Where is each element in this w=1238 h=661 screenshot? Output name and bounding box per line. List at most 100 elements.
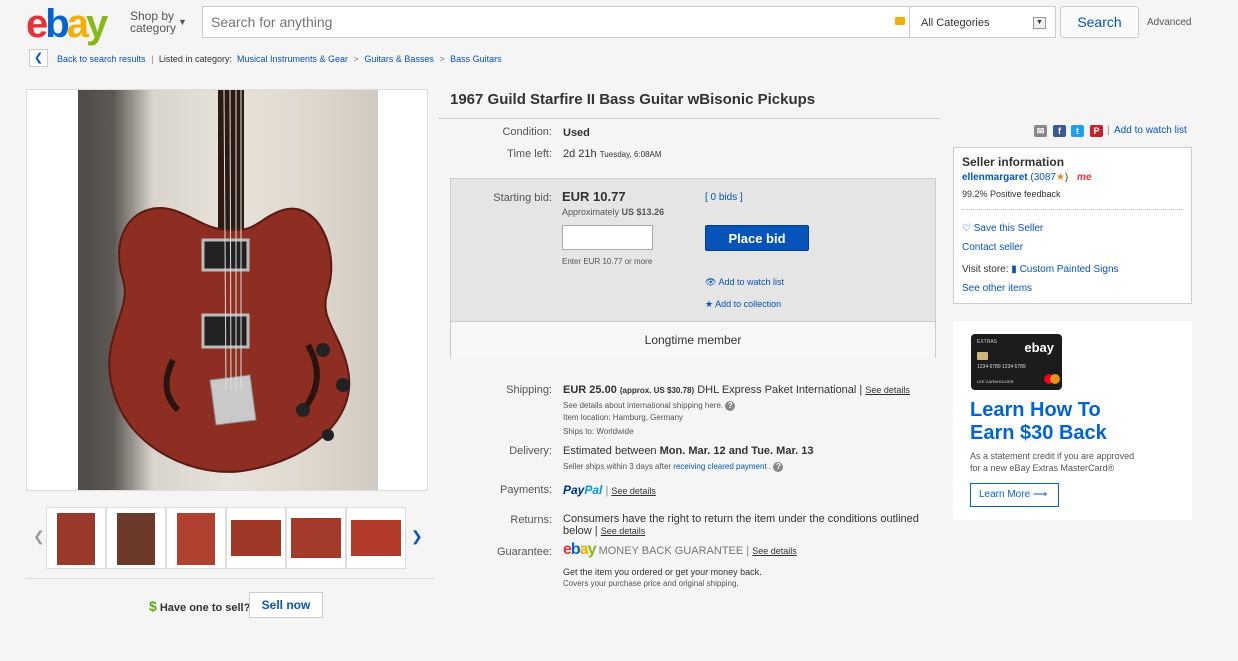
payments-row: PayPal | See details: [563, 483, 656, 497]
guarantee-row: ebay MONEY BACK GUARANTEE | See details: [563, 541, 797, 558]
contact-seller-link[interactable]: Contact seller: [962, 242, 1023, 253]
search-box: [202, 6, 910, 38]
keyboard-icon[interactable]: [895, 17, 905, 25]
ebay-mastercard-ad[interactable]: EXTRAS ebay 1234 6789 1234 6789 LEE CARD…: [953, 321, 1192, 520]
delivery-prefix: Estimated between: [563, 445, 657, 457]
save-seller-link[interactable]: Save this Seller: [974, 223, 1043, 234]
seller-name-row: ellenmargaret (3087★) me: [962, 172, 1092, 183]
breadcrumb-item[interactable]: Musical Instruments & Gear: [237, 54, 348, 64]
dollar-icon: $: [149, 598, 157, 614]
save-seller-row: ♡ Save this Seller: [962, 223, 1043, 234]
seller-heading: Seller information: [962, 155, 1065, 169]
cleared-payment-link[interactable]: receiving cleared payment: [673, 462, 766, 471]
thumbs-next-icon[interactable]: ❯: [411, 528, 423, 545]
returns-line2: below |: [563, 525, 598, 537]
thumbs-prev-icon[interactable]: ❮: [33, 528, 45, 545]
add-to-watch-list-link[interactable]: Add to watch list: [1114, 125, 1187, 136]
advanced-search-link[interactable]: Advanced: [1147, 17, 1191, 28]
returns-text: Consumers have the right to return the i…: [563, 513, 923, 537]
ebay-logo[interactable]: ebay: [26, 2, 108, 47]
category-select[interactable]: All Categories ▼: [910, 6, 1056, 38]
item-title: 1967 Guild Starfire II Bass Guitar wBiso…: [450, 91, 816, 108]
breadcrumb: Back to search results | Listed in categ…: [57, 54, 502, 64]
payments-see-details[interactable]: See details: [611, 486, 656, 496]
facebook-icon[interactable]: f: [1053, 125, 1066, 137]
pinterest-icon[interactable]: P: [1090, 125, 1103, 137]
credit-card-image: EXTRAS ebay 1234 6789 1234 6789 LEE CARD…: [971, 334, 1062, 390]
bid-amount-input[interactable]: [562, 225, 653, 250]
delivery-note-suffix: .: [768, 462, 772, 471]
back-to-results-link[interactable]: Back to search results: [57, 54, 146, 64]
delivery-label: Delivery:: [509, 445, 552, 457]
guarantee-line2: Covers your purchase price and original …: [563, 579, 739, 588]
logo-letter: e: [26, 2, 48, 46]
bidbox-watch-link[interactable]: Add to watch list: [718, 277, 784, 287]
card-number: 1234 6789 1234 6789: [977, 364, 1026, 370]
approx-prefix: Approximately: [562, 207, 620, 217]
paypal-part1: Pay: [563, 483, 585, 497]
shop-by-category-button[interactable]: Shop by category ▼: [130, 10, 187, 34]
time-left-detail: Tuesday, 6:08AM: [599, 150, 662, 159]
payments-label: Payments:: [500, 484, 552, 496]
ships-to: Ships to: Worldwide: [563, 427, 634, 436]
visit-store-label: Visit store:: [962, 264, 1009, 275]
search-input[interactable]: [203, 7, 883, 37]
breadcrumb-item[interactable]: Bass Guitars: [450, 54, 502, 64]
back-arrow-icon[interactable]: ❮: [29, 49, 48, 67]
ad-headline-1: Learn How To: [970, 399, 1101, 421]
logo-letter: b: [45, 2, 70, 46]
ad-body-2: for a new eBay Extras MasterCard®: [970, 463, 1115, 473]
main-image-frame[interactable]: [26, 89, 428, 491]
thumbnail[interactable]: [46, 507, 106, 569]
guarantee-label: Guarantee:: [496, 546, 552, 558]
other-items-link[interactable]: See other items: [962, 283, 1032, 294]
guitar-photo[interactable]: [78, 90, 378, 490]
eye-icon: 👁: [705, 277, 717, 287]
help-icon[interactable]: ?: [773, 462, 784, 472]
ebay-guarantee-logo: ebay: [563, 541, 596, 558]
divider: [962, 209, 1184, 210]
time-left-label: Time left:: [507, 148, 552, 160]
thumbnail[interactable]: [166, 507, 226, 569]
card-logo: ebay: [1024, 340, 1054, 355]
place-bid-button[interactable]: Place bid: [705, 225, 809, 251]
sell-prompt: $ Have one to sell?: [149, 598, 250, 614]
separator: |: [1107, 125, 1110, 136]
shipping-see-details[interactable]: See details: [865, 385, 910, 395]
bid-count-link[interactable]: [ 0 bids ]: [705, 192, 743, 203]
seller-score[interactable]: (3087: [1030, 172, 1056, 183]
returns-see-details[interactable]: See details: [601, 526, 646, 536]
store-link[interactable]: Custom Painted Signs: [1020, 264, 1119, 275]
shipping-service: DHL Express Paket International: [697, 384, 857, 396]
intl-shipping: See details about international shipping…: [563, 401, 736, 411]
learn-more-button[interactable]: Learn More ⟶: [970, 483, 1059, 507]
bid-price: EUR 10.77: [562, 189, 626, 204]
thumbnail[interactable]: [106, 507, 166, 569]
ad-body-1: As a statement credit if you are approve…: [970, 451, 1135, 461]
thumbnail[interactable]: [286, 507, 346, 569]
help-icon[interactable]: ?: [725, 401, 736, 411]
time-left-value: 2d 21h Tuesday, 6:08AM: [563, 148, 662, 160]
delivery-note-text: Seller ships within 3 days after: [563, 462, 672, 471]
twitter-icon[interactable]: t: [1071, 125, 1084, 137]
shipping-line: EUR 25.00 (approx. US $30.78) DHL Expres…: [563, 384, 910, 396]
chevron-down-icon: ▼: [178, 17, 187, 27]
heart-icon[interactable]: ♡: [962, 223, 971, 234]
thumbnail[interactable]: [346, 507, 406, 569]
sell-now-button[interactable]: Sell now: [249, 592, 323, 618]
email-icon[interactable]: ✉: [1034, 125, 1047, 137]
seller-name-link[interactable]: ellenmargaret: [962, 172, 1028, 183]
time-left: 2d 21h: [563, 148, 597, 160]
returns-label: Returns:: [510, 514, 552, 526]
intl-shipping-text[interactable]: See details about international shipping…: [563, 401, 723, 410]
me-badge-icon[interactable]: me: [1077, 172, 1091, 183]
search-button[interactable]: Search: [1060, 6, 1139, 38]
paypal-logo: PayPal: [563, 483, 602, 497]
breadcrumb-item[interactable]: Guitars & Basses: [364, 54, 434, 64]
guarantee-see-details[interactable]: See details: [752, 546, 797, 556]
thumbnail[interactable]: [226, 507, 286, 569]
card-holder: LEE CARDHOLDER: [977, 379, 1014, 384]
guarantee-line1: Get the item you ordered or get your mon…: [563, 567, 762, 577]
delivery-dates: Mon. Mar. 12 and Tue. Mar. 13: [659, 445, 814, 457]
add-to-collection-link[interactable]: Add to collection: [715, 299, 781, 309]
